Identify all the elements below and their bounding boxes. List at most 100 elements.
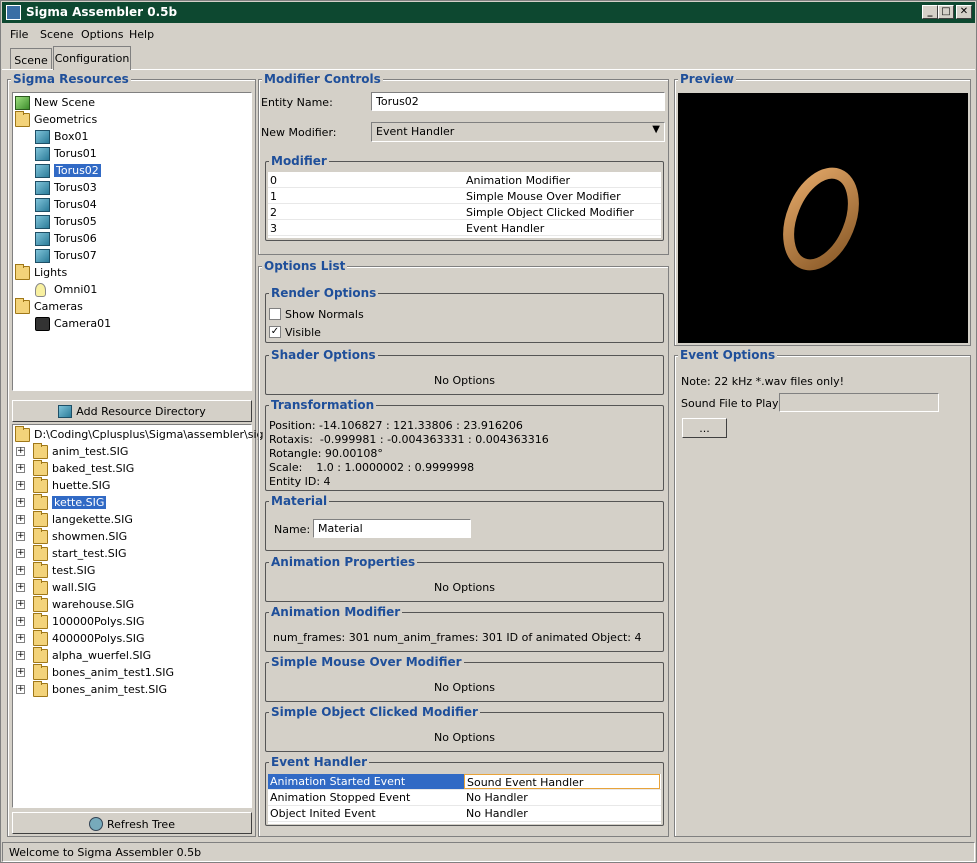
expand-icon[interactable]: + — [16, 566, 25, 575]
tab-configuration[interactable]: Configuration — [53, 46, 131, 70]
torus-ring — [783, 167, 859, 271]
expand-icon[interactable]: + — [16, 685, 25, 694]
file-tree-label: test.SIG — [52, 564, 96, 577]
preview-viewport[interactable] — [678, 93, 968, 343]
event-handler-cell[interactable]: No Handler — [464, 790, 660, 805]
expand-icon[interactable]: + — [16, 668, 25, 677]
entity-name-input[interactable]: Torus02 — [371, 92, 665, 111]
folder-icon — [33, 562, 48, 578]
expand-icon[interactable]: + — [16, 464, 25, 473]
resource-tree-label: Geometrics — [34, 113, 98, 126]
event-handler-cell[interactable]: Sound Event Handler — [464, 774, 660, 789]
folder-icon — [33, 664, 48, 680]
folder-icon — [33, 477, 48, 493]
event-handler-row[interactable]: Animation Stopped Event No Handler — [268, 790, 661, 806]
event-handler-table[interactable]: Animation Started Event Sound Event Handl… — [268, 774, 661, 824]
browse-sound-button[interactable]: ... — [682, 418, 727, 438]
menu-file[interactable]: File — [10, 28, 28, 41]
new-modifier-select[interactable]: Event Handler ▼ — [371, 122, 665, 142]
mouse-over-modifier-group: Simple Mouse Over Modifier No Options — [265, 655, 664, 702]
modifier-row[interactable]: 1 Simple Mouse Over Modifier — [268, 188, 661, 204]
preview-title: Preview — [678, 72, 737, 86]
visible-label: Visible — [285, 326, 321, 339]
maximize-button[interactable]: □ — [938, 5, 954, 19]
expand-icon[interactable]: + — [16, 651, 25, 660]
menu-help[interactable]: Help — [129, 28, 154, 41]
object-clicked-modifier-title: Simple Object Clicked Modifier — [269, 705, 480, 719]
folder-icon — [33, 579, 48, 595]
modifier-row[interactable]: 2 Simple Object Clicked Modifier — [268, 204, 661, 220]
modifier-table[interactable]: 0 Animation Modifier 1 Simple Mouse Over Mo… — [268, 172, 661, 238]
expand-icon[interactable]: + — [16, 617, 25, 626]
expand-icon[interactable]: + — [16, 447, 25, 456]
animation-properties-title: Animation Properties — [269, 555, 418, 569]
sound-file-input[interactable] — [779, 393, 939, 412]
show-normals-checkbox[interactable] — [269, 308, 281, 320]
file-tree[interactable]: D:\Coding\Cplusplus\Sigma\assembler\sig … — [12, 424, 264, 808]
rotaxis-text: Rotaxis: -0.999981 : -0.004363331 : 0.00… — [269, 433, 549, 446]
cube-icon — [35, 147, 50, 161]
directory-path: D:\Coding\Cplusplus\Sigma\assembler\sig — [34, 428, 264, 441]
expand-icon[interactable]: + — [16, 498, 25, 507]
expand-icon[interactable]: + — [16, 481, 25, 490]
entity-id-text: Entity ID: 4 — [269, 475, 331, 488]
title-bar[interactable]: Sigma Assembler 0.5b _ □ ✕ — [2, 2, 975, 23]
cube-icon — [35, 164, 50, 178]
folder-icon — [33, 528, 48, 544]
file-tree-label: 400000Polys.SIG — [52, 632, 145, 645]
cube-icon — [35, 130, 50, 144]
event-handler-cell[interactable]: No Handler — [464, 806, 660, 821]
sigma-resources-panel: Sigma Resources New Scene Geometrics Box01… — [7, 72, 264, 837]
visible-checkbox[interactable]: ✓ — [269, 326, 281, 338]
resource-tree-label: Torus04 — [54, 198, 97, 211]
expand-icon[interactable]: + — [16, 600, 25, 609]
expand-icon[interactable]: + — [16, 532, 25, 541]
show-normals-label: Show Normals — [285, 308, 364, 321]
event-handler-row[interactable]: Object Inited Event No Handler — [268, 806, 661, 822]
folder-icon — [33, 545, 48, 561]
modifier-row[interactable]: 3 Event Handler — [268, 220, 661, 236]
refresh-tree-button[interactable]: Refresh Tree — [12, 812, 252, 834]
tab-scene[interactable]: Scene — [10, 48, 52, 69]
animation-modifier-group: Animation Modifier num_frames: 301 num_a… — [265, 605, 664, 652]
entity-name-label: Entity Name: — [261, 96, 333, 109]
status-bar: Welcome to Sigma Assembler 0.5b — [2, 842, 975, 862]
scene-icon — [15, 96, 30, 110]
new-modifier-label: New Modifier: — [261, 126, 337, 139]
event-handler-row[interactable]: Animation Started Event Sound Event Handl… — [268, 774, 661, 790]
resource-tree-label: Torus05 — [54, 215, 97, 228]
modifier-id: 0 — [270, 174, 277, 187]
expand-icon[interactable]: + — [16, 583, 25, 592]
folder-icon — [33, 681, 48, 697]
resource-tree-label: Torus07 — [54, 249, 97, 262]
file-tree-label: kette.SIG — [52, 496, 107, 509]
file-tree-label: bones_anim_test1.SIG — [52, 666, 175, 679]
shader-options-text: No Options — [434, 374, 495, 387]
cube-icon — [35, 215, 50, 229]
material-name-input[interactable]: Material — [313, 519, 471, 538]
modifier-row[interactable]: 0 Animation Modifier — [268, 172, 661, 188]
folder-icon — [33, 460, 48, 476]
resource-tree-label: Torus02 — [54, 164, 101, 177]
menu-options[interactable]: Options — [81, 28, 123, 41]
file-tree-label: langekette.SIG — [52, 513, 133, 526]
expand-icon[interactable]: + — [16, 515, 25, 524]
animation-modifier-text: num_frames: 301 num_anim_frames: 301 ID … — [273, 631, 642, 644]
main-window: Sigma Assembler 0.5b _ □ ✕ File Scene Op… — [0, 0, 977, 863]
folder-open-icon — [15, 426, 30, 442]
close-button[interactable]: ✕ — [956, 5, 972, 19]
folder-icon — [33, 596, 48, 612]
expand-icon[interactable]: + — [16, 549, 25, 558]
file-tree-label: wall.SIG — [52, 581, 97, 594]
menu-scene[interactable]: Scene — [40, 28, 74, 41]
modifier-id: 2 — [270, 206, 277, 219]
add-resource-directory-button[interactable]: Add Resource Directory — [12, 400, 252, 422]
expand-icon[interactable]: + — [16, 634, 25, 643]
resource-tree[interactable]: New Scene Geometrics Box01 Torus01 Torus02 To… — [12, 92, 252, 391]
cube-icon — [35, 181, 50, 195]
resource-tree-label: Cameras — [34, 300, 83, 313]
folder-icon — [33, 443, 48, 459]
minimize-button[interactable]: _ — [922, 5, 938, 19]
chevron-down-icon[interactable]: ▼ — [652, 124, 660, 135]
folder-icon — [33, 630, 48, 646]
